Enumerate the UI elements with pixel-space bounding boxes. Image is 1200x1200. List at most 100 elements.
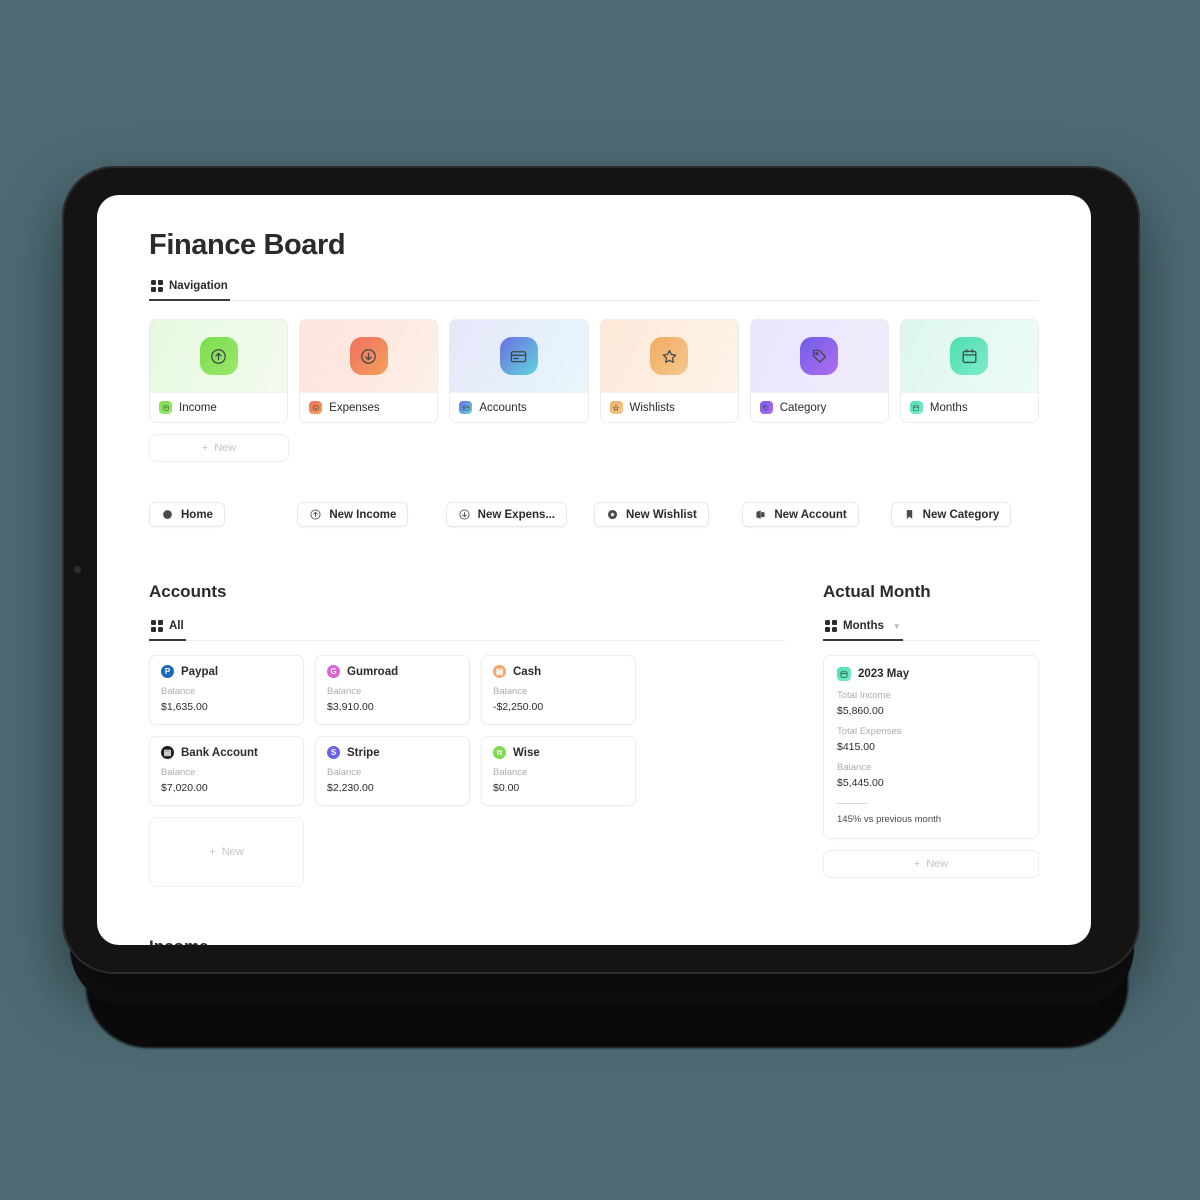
navigation-card-row: Income Expenses Accounts Wishlists Categ…	[149, 319, 1040, 423]
new-account-card-button[interactable]: + New	[149, 817, 304, 887]
tab-months[interactable]: Months ▼	[823, 620, 903, 641]
account-card[interactable]: ▤ Bank Account Balance $7,020.00	[149, 736, 304, 806]
account-name: Cash	[513, 665, 542, 678]
divider	[837, 803, 867, 804]
nav-card-footer: Months	[900, 392, 1039, 422]
nav-card-footer: Accounts	[450, 392, 588, 422]
tab-label: Months	[843, 620, 884, 632]
action-button-slot: New Expens...	[445, 502, 594, 527]
nav-card-footer: Category	[750, 392, 888, 422]
calendar-icon	[950, 337, 989, 375]
accounts-tabstrip: All	[149, 620, 785, 641]
balance-value: -$2,250.00	[493, 701, 544, 713]
camera-icon	[74, 566, 81, 573]
actual-month-title: Actual Month	[823, 582, 931, 601]
balance-label: Balance	[327, 767, 362, 778]
account-card[interactable]: S Stripe Balance $2,230.00	[315, 736, 470, 806]
new-navigation-card-button[interactable]: + New	[149, 434, 289, 462]
button-home[interactable]: Home	[149, 502, 225, 527]
button-label: New Account	[774, 508, 847, 521]
nav-card-artwork	[300, 320, 438, 392]
month-summary-card[interactable]: 2023 May Total Income $5,860.00 Total Ex…	[823, 655, 1039, 839]
arrow-down-circle-icon	[458, 508, 471, 521]
nav-card-artwork	[900, 320, 1039, 392]
account-logo-icon: P	[161, 665, 174, 678]
account-card[interactable]: G Gumroad Balance $3,910.00	[315, 655, 470, 725]
nav-card-footer: Expenses	[300, 392, 438, 422]
grid-icon	[151, 620, 163, 632]
calendar-icon	[837, 667, 851, 681]
tab-label: Navigation	[169, 280, 228, 292]
account-card-header: ▤ Cash	[493, 665, 624, 678]
month-name: 2023 May	[858, 668, 910, 680]
action-button-slot: New Account	[742, 502, 890, 527]
month-comparison: 145% vs previous month	[837, 814, 942, 825]
account-name: Gumroad	[347, 665, 399, 678]
total-expenses-value: $415.00	[837, 741, 875, 753]
account-logo-icon: ▤	[493, 665, 506, 678]
tag-icon-badge	[759, 401, 773, 414]
plus-icon: +	[913, 858, 921, 870]
total-income-label: Total Income	[837, 690, 891, 701]
button-new-account[interactable]: New Account	[742, 502, 859, 527]
arrow-up-circle-icon	[199, 337, 238, 375]
new-month-button[interactable]: + New	[823, 850, 1039, 878]
nav-card-accounts[interactable]: Accounts	[449, 319, 589, 423]
total-income-value: $5,860.00	[837, 705, 884, 717]
balance-value: $3,910.00	[327, 701, 374, 713]
month-balance-value: $5,445.00	[837, 777, 884, 789]
star-circle-icon	[606, 508, 619, 521]
credit-card-icon-badge	[459, 401, 473, 414]
nav-card-wishlists[interactable]: Wishlists	[599, 319, 739, 423]
new-label: New	[214, 442, 237, 454]
nav-card-footer: Income	[150, 392, 288, 422]
grid-icon	[825, 620, 837, 632]
total-expenses-label: Total Expenses	[837, 726, 902, 737]
tab-label: All	[169, 620, 184, 632]
nav-card-expenses[interactable]: Expenses	[299, 319, 439, 423]
account-card[interactable]: P Paypal Balance $1,635.00	[149, 655, 304, 725]
accounts-grid: P Paypal Balance $1,635.00 G Gumroad Bal…	[149, 655, 785, 887]
actual-month-section: Actual Month Months ▼ 2023 May Total Inc…	[823, 582, 1039, 887]
accounts-section: Accounts All P Paypal Balance $1,635.00 …	[149, 582, 785, 887]
nav-card-category[interactable]: Category	[749, 319, 889, 423]
button-new-expens[interactable]: New Expens...	[445, 502, 567, 527]
action-button-slot: New Wishlist	[593, 502, 742, 527]
tab-navigation[interactable]: Navigation	[149, 280, 230, 301]
nav-card-artwork	[450, 320, 588, 392]
button-label: New Wishlist	[625, 508, 697, 521]
star-icon-badge	[609, 401, 623, 414]
months-tabstrip: Months ▼	[823, 620, 1039, 641]
account-name: Wise	[513, 746, 540, 759]
nav-card-income[interactable]: Income	[149, 319, 289, 423]
month-balance-label: Balance	[837, 762, 872, 773]
plus-icon: +	[209, 846, 216, 858]
balance-value: $1,635.00	[161, 701, 208, 713]
nav-card-artwork	[150, 320, 288, 392]
grid-icon	[151, 280, 163, 292]
account-name: Bank Account	[181, 746, 258, 759]
nav-card-artwork	[750, 320, 888, 392]
button-new-wishlist[interactable]: New Wishlist	[593, 502, 709, 527]
account-card[interactable]: π Wise Balance $0.00	[481, 736, 636, 806]
nav-card-label: Expenses	[329, 401, 380, 414]
nav-card-label: Months	[929, 401, 968, 414]
nav-card-footer: Wishlists	[600, 392, 738, 422]
account-card[interactable]: ▤ Cash Balance -$2,250.00	[481, 655, 636, 725]
content-columns: Accounts All P Paypal Balance $1,635.00 …	[149, 582, 1039, 887]
button-new-income[interactable]: New Income	[297, 502, 409, 527]
new-label: New	[926, 858, 949, 870]
account-logo-icon: S	[327, 746, 340, 759]
account-card-header: S Stripe	[327, 746, 458, 759]
arrow-down-circle-icon	[349, 337, 388, 375]
calendar-icon-badge	[909, 401, 923, 414]
nav-card-label: Category	[779, 401, 827, 414]
credit-card-icon	[499, 337, 538, 375]
nav-card-label: Wishlists	[629, 401, 675, 414]
wallet-icon	[754, 508, 767, 521]
chevron-down-icon[interactable]: ▼	[893, 622, 901, 631]
button-new-category[interactable]: New Category	[890, 502, 1012, 527]
tab-all[interactable]: All	[149, 620, 186, 641]
month-card-header: 2023 May	[837, 667, 1025, 681]
nav-card-months[interactable]: Months	[899, 319, 1040, 423]
